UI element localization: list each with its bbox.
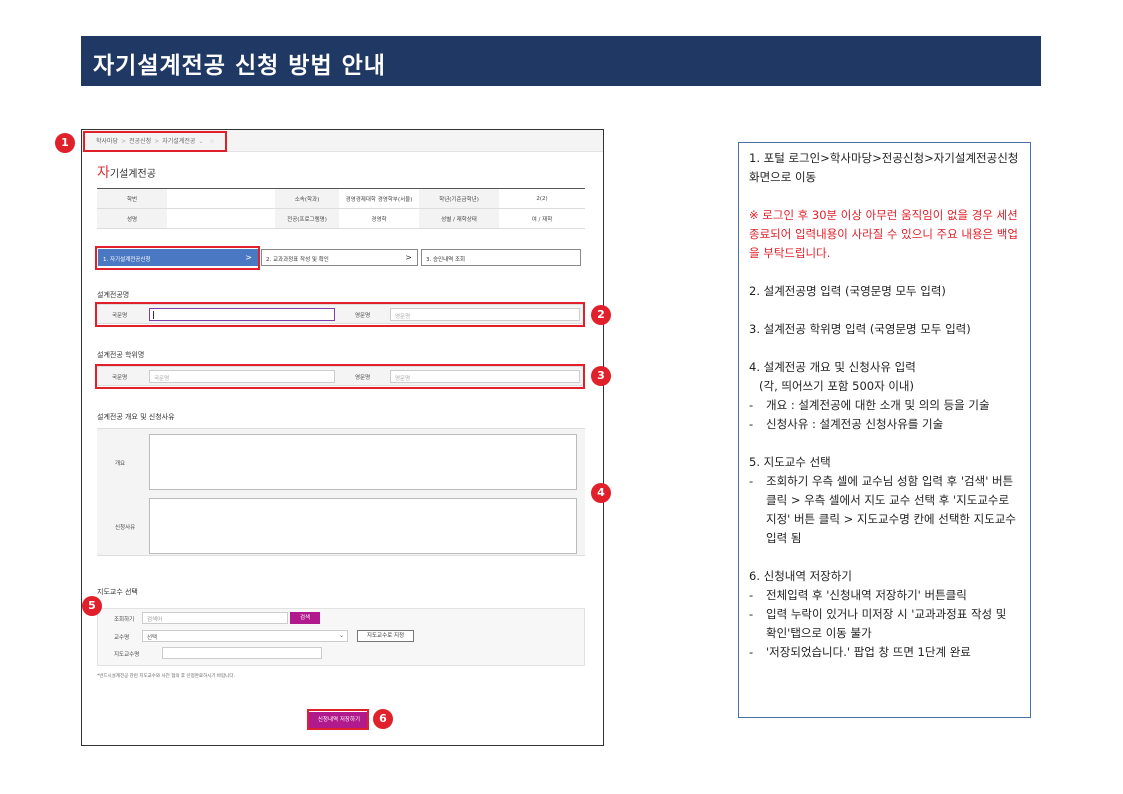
reason-label: 신청사유 bbox=[115, 525, 136, 531]
highlight-save-button bbox=[307, 709, 369, 730]
tab-step-2[interactable]: 2. 교과과정표 작성 및 확인 > bbox=[261, 249, 418, 266]
dash-icon: - bbox=[749, 645, 754, 659]
search-label: 조회하기 bbox=[114, 617, 135, 623]
professor-label: 교수명 bbox=[114, 635, 130, 641]
guide-step-2: 2. 설계전공명 입력 (국영문명 모두 입력) bbox=[749, 284, 946, 298]
tab-step-3-label: 3. 승인내역 조회 bbox=[426, 257, 466, 263]
overview-block: 개요 신청사유 bbox=[97, 428, 585, 556]
list-item: - '저장되었습니다.' 팝업 창 뜨면 1단계 완료 bbox=[749, 643, 1020, 662]
step-badge-2: 2 bbox=[591, 305, 611, 325]
dash-icon: - bbox=[749, 588, 754, 602]
overview-section-label: 설계전공 개요 및 신청사유 bbox=[97, 413, 175, 421]
major-value: 경영학 bbox=[339, 208, 419, 229]
dash-icon: - bbox=[749, 607, 754, 621]
student-id-value bbox=[167, 188, 275, 209]
highlight-degree-name bbox=[95, 364, 585, 389]
list-item: - 개요 : 설계전공에 대한 소개 및 의의 등을 기술 bbox=[749, 396, 1020, 415]
search-button[interactable]: 검색 bbox=[290, 612, 320, 624]
tab-step-2-label: 2. 교과과정표 작성 및 확인 bbox=[266, 257, 329, 263]
step-badge-1: 1 bbox=[55, 133, 75, 153]
guide-step-5-title: 5. 지도교수 선택 bbox=[749, 455, 831, 469]
search-input[interactable]: 검색어 bbox=[142, 612, 288, 624]
advisor-section-label: 지도교수 선택 bbox=[97, 588, 138, 596]
dash-icon: - bbox=[749, 398, 754, 412]
list-item: - 입력 누락이 있거나 미저장 시 '교과과정표 작성 및 확인'탭으로 이동 … bbox=[749, 605, 1020, 643]
guide-step-5-bullet-1: 조회하기 우측 셀에 교수님 성함 입력 후 '검색' 버튼 클릭 > 우측 셀… bbox=[766, 474, 1016, 545]
page-banner: 자기설계전공 신청 방법 안내 bbox=[81, 36, 1041, 86]
highlight-step-tab bbox=[95, 246, 260, 270]
page-title: 자기설계전공 bbox=[97, 162, 156, 182]
table-row: 성명 전공(프로그램명) 경영학 성별 / 재학상태 여 / 재학 bbox=[97, 208, 585, 229]
chevron-right-icon: > bbox=[405, 253, 412, 262]
page-title-first-char: 자 bbox=[97, 165, 110, 181]
overview-label: 개요 bbox=[115, 461, 126, 467]
guide-step-6-bullet-3: '저장되었습니다.' 팝업 창 뜨면 1단계 완료 bbox=[766, 645, 971, 659]
highlight-breadcrumb bbox=[83, 131, 227, 152]
dash-icon: - bbox=[749, 474, 754, 488]
overview-textarea[interactable] bbox=[149, 434, 577, 490]
major-label: 전공(프로그램명) bbox=[275, 208, 339, 229]
step-badge-6: 6 bbox=[373, 709, 393, 729]
dash-icon: - bbox=[749, 417, 754, 431]
guide-step-4-note: (각, 띄어쓰기 포함 500자 이내) bbox=[759, 379, 914, 393]
degree-name-section-label: 설계전공 학위명 bbox=[97, 351, 145, 359]
guide-step-6-bullet-1: 전체입력 후 '신청내역 저장하기' 버튼클릭 bbox=[766, 588, 967, 602]
student-info-table: 학번 소속(학과) 경영경제대학 경영학부(서울) 학년(기준금학년) 2(2)… bbox=[97, 188, 585, 229]
chevron-down-icon: ⌄ bbox=[338, 632, 344, 639]
gender-status-label: 성별 / 재학상태 bbox=[419, 208, 499, 229]
guide-step-6-title: 6. 신청내역 저장하기 bbox=[749, 569, 852, 583]
professor-select[interactable]: 선택 ⌄ bbox=[142, 630, 348, 642]
table-row: 학번 소속(학과) 경영경제대학 경영학부(서울) 학년(기준금학년) 2(2) bbox=[97, 188, 585, 209]
portal-screenshot: 학사마당 > 전공신청 > 자기설계전공 ⌄ ☆ 자기설계전공 학번 소속(학과) 경영경제… bbox=[81, 129, 604, 746]
guide-step-4-bullet-1: 개요 : 설계전공에 대한 소개 및 의의 등을 기술 bbox=[766, 398, 990, 412]
guide-step-3: 3. 설계전공 학위명 입력 (국영문명 모두 입력) bbox=[749, 322, 971, 336]
guide-session-warning: ※ 로그인 후 30분 이상 아무런 움직임이 없을 경우 세션 종료되어 입력… bbox=[749, 208, 1018, 260]
advisor-block: 조회하기 검색어 검색 교수명 선택 ⌄ 지도교수로 지정 지도교수명 bbox=[97, 608, 585, 666]
advisor-name-field bbox=[162, 647, 322, 659]
grade-value: 2(2) bbox=[499, 188, 585, 209]
step-badge-3: 3 bbox=[591, 366, 611, 386]
assign-advisor-button[interactable]: 지도교수로 지정 bbox=[357, 630, 414, 642]
list-item: - 전체입력 후 '신청내역 저장하기' 버튼클릭 bbox=[749, 586, 1020, 605]
major-name-section-label: 설계전공명 bbox=[97, 291, 130, 299]
affiliation-label: 소속(학과) bbox=[275, 188, 339, 209]
list-item: - 조회하기 우측 셀에 교수님 성함 입력 후 '검색' 버튼 클릭 > 우측 … bbox=[749, 472, 1020, 548]
guide-step-6-bullet-2: 입력 누락이 있거나 미저장 시 '교과과정표 작성 및 확인'탭으로 이동 불… bbox=[766, 607, 1007, 640]
step-badge-4: 4 bbox=[591, 483, 611, 503]
banner-title: 자기설계전공 신청 방법 안내 bbox=[93, 53, 386, 79]
gender-status-value: 여 / 재학 bbox=[499, 208, 585, 229]
guide-step-1: 1. 포털 로그인>학사마당>전공신청>자기설계전공신청 화면으로 이동 bbox=[749, 151, 1019, 184]
professor-select-value: 선택 bbox=[147, 635, 158, 641]
name-value bbox=[167, 208, 275, 229]
guide-step-4-title: 4. 설계전공 개요 및 신청사유 입력 bbox=[749, 360, 916, 374]
grade-label: 학년(기준금학년) bbox=[419, 188, 499, 209]
advisor-note: *반드시설계전공 관련 지도교수와 사전 협의 후 신청완료하시기 바랍니다. bbox=[97, 674, 235, 679]
advisor-name-label: 지도교수명 bbox=[114, 652, 140, 658]
page-title-rest: 기설계전공 bbox=[109, 169, 156, 180]
name-label: 성명 bbox=[97, 208, 167, 229]
highlight-major-name bbox=[95, 302, 585, 327]
reason-textarea[interactable] bbox=[149, 498, 577, 554]
instruction-guide: 1. 포털 로그인>학사마당>전공신청>자기설계전공신청 화면으로 이동 ※ 로… bbox=[738, 142, 1031, 718]
step-badge-5: 5 bbox=[82, 596, 102, 616]
guide-step-4-bullet-2: 신청사유 : 설계전공 신청사유를 기술 bbox=[766, 417, 944, 431]
affiliation-value: 경영경제대학 경영학부(서울) bbox=[339, 188, 419, 209]
list-item: - 신청사유 : 설계전공 신청사유를 기술 bbox=[749, 415, 1020, 434]
student-id-label: 학번 bbox=[97, 188, 167, 209]
tab-step-3[interactable]: 3. 승인내역 조회 bbox=[421, 249, 581, 266]
